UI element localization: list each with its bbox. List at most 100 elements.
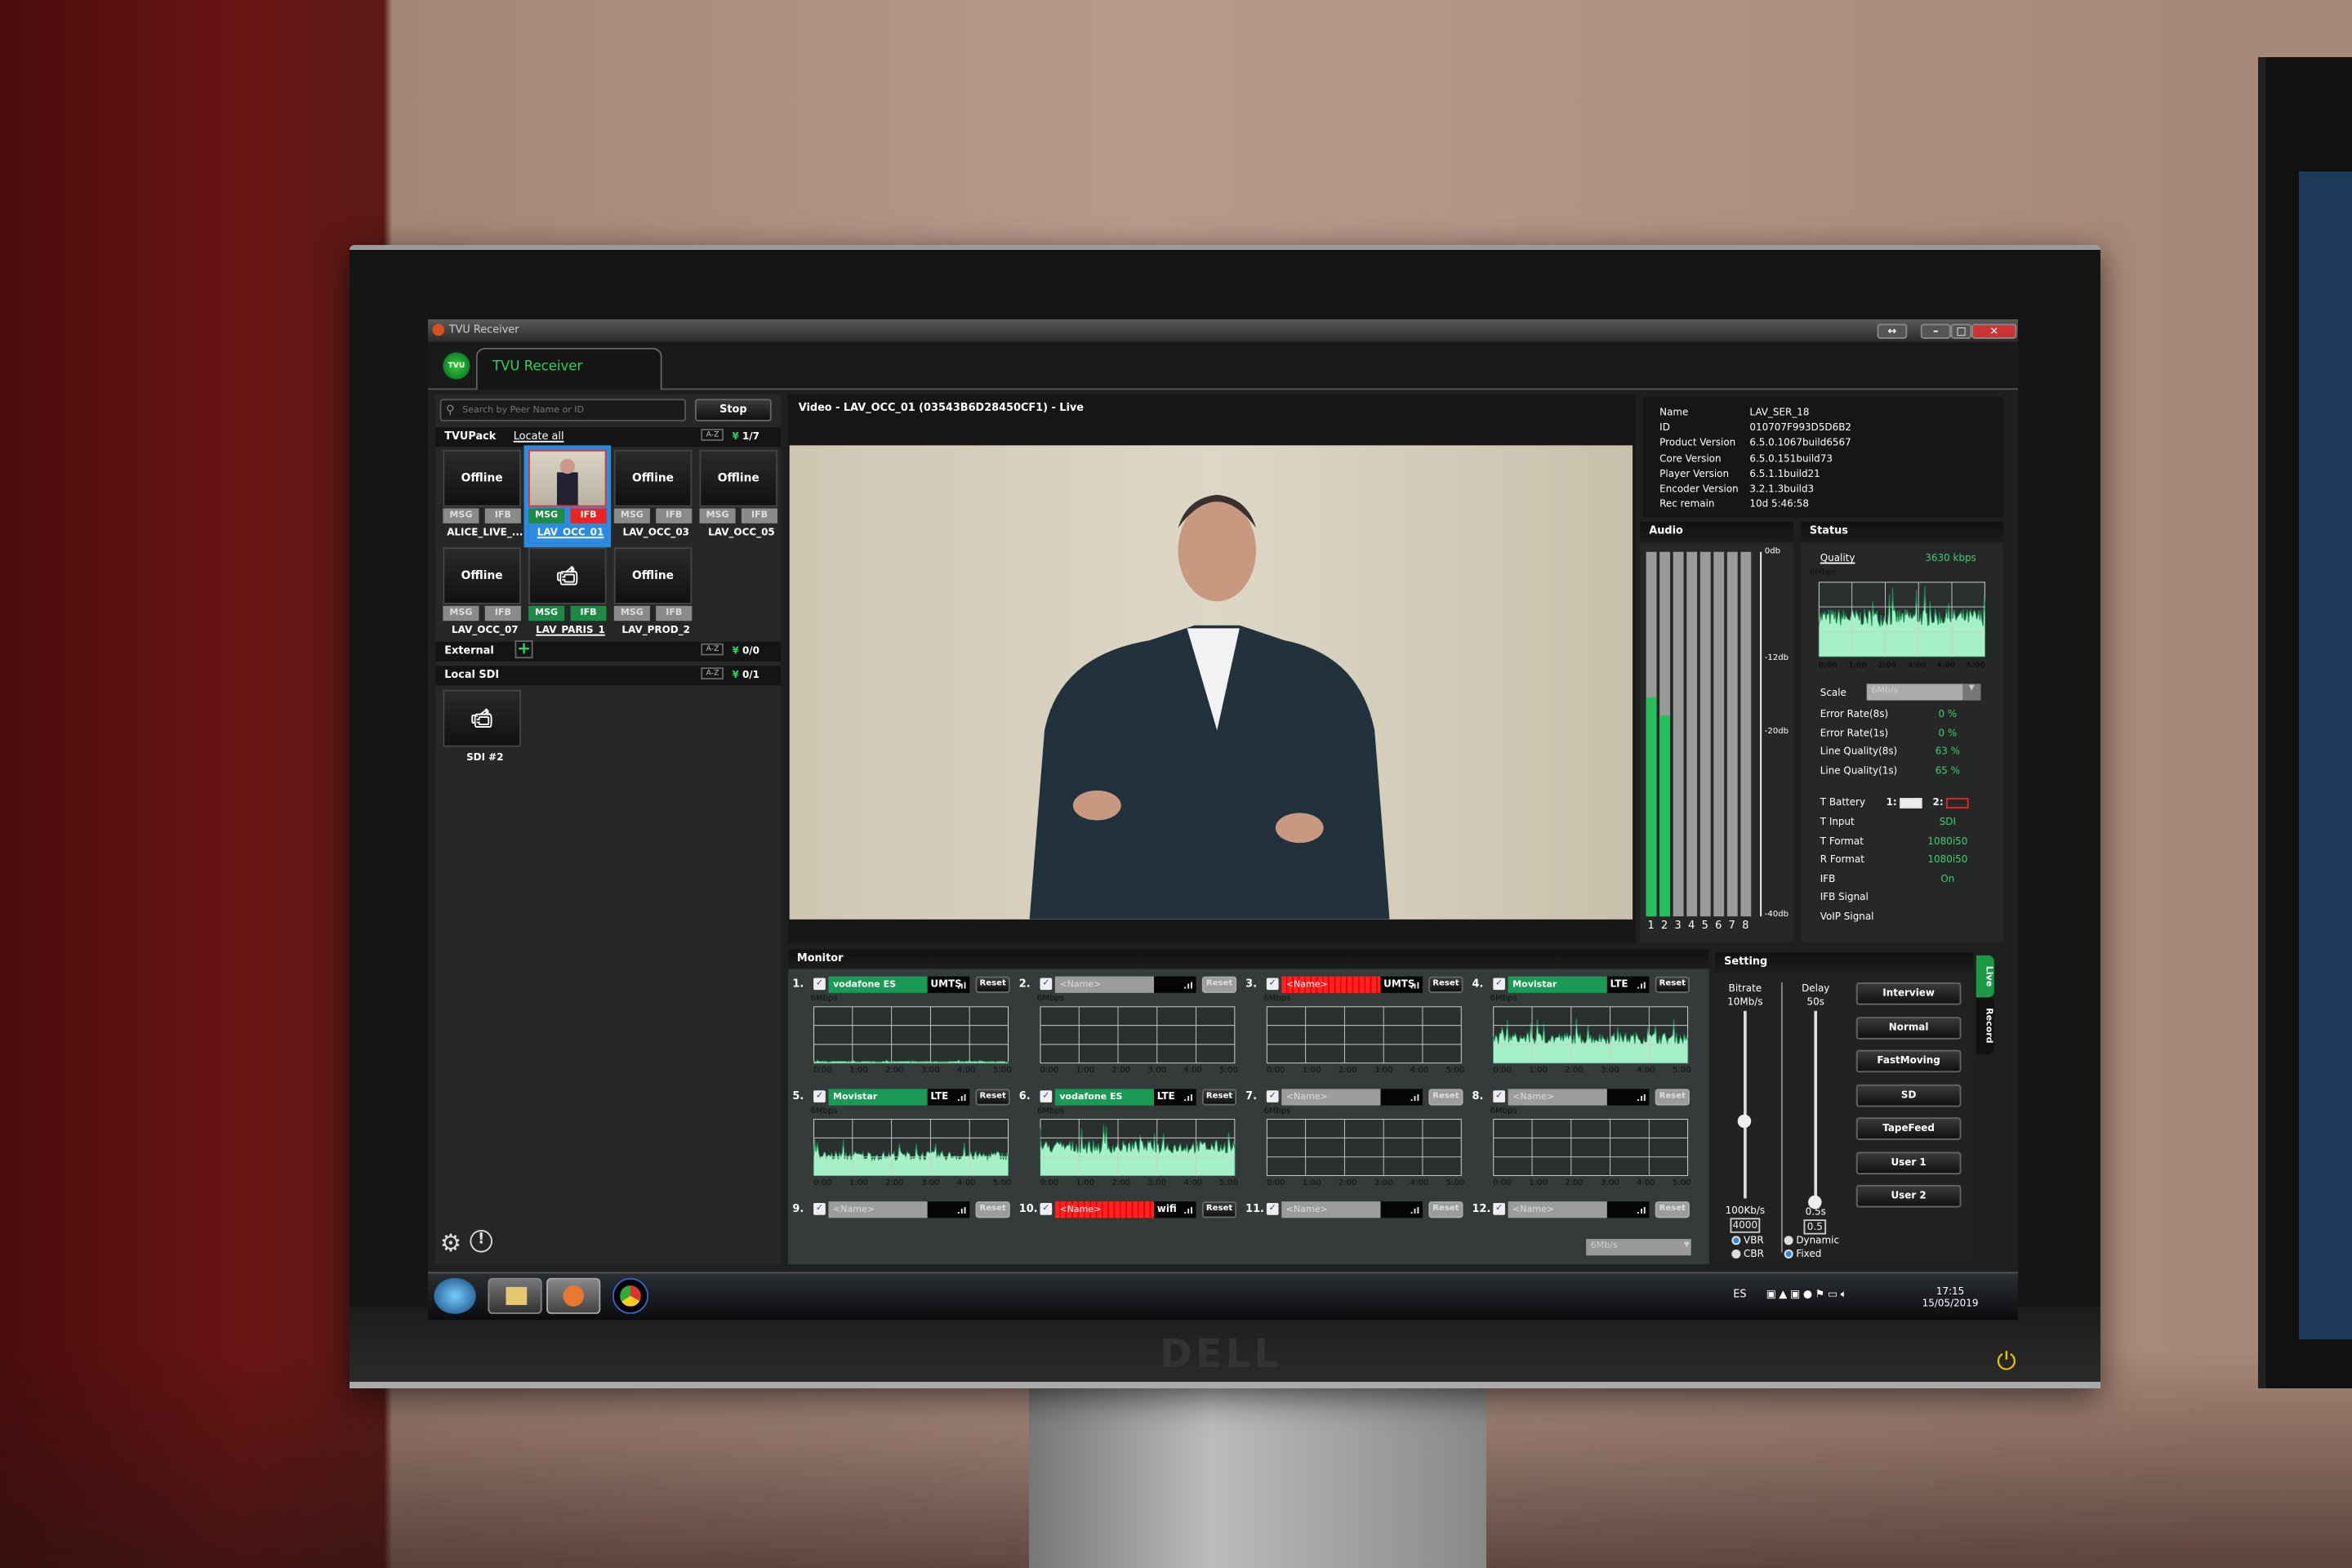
msg-button[interactable]: MSG bbox=[443, 605, 479, 621]
locate-all-link[interactable]: Locate all bbox=[514, 430, 564, 443]
reset-button[interactable]: Reset bbox=[1655, 976, 1690, 993]
reset-button[interactable]: Reset bbox=[975, 976, 1010, 993]
peer-tile[interactable]: 📹︎ MSG IFB LAV_PARIS_1 bbox=[528, 547, 607, 640]
quality-link[interactable]: Quality bbox=[1820, 552, 1855, 564]
modem-checkbox[interactable]: ✓ bbox=[1040, 978, 1053, 991]
reset-button[interactable]: Reset bbox=[1201, 976, 1237, 993]
modem-checkbox[interactable]: ✓ bbox=[1266, 1202, 1279, 1215]
reset-button[interactable]: Reset bbox=[975, 1089, 1010, 1106]
msg-button[interactable]: MSG bbox=[699, 508, 736, 523]
ifb-button[interactable]: IFB bbox=[656, 605, 693, 621]
ifb-button[interactable]: IFB bbox=[484, 605, 521, 621]
dynamic-radio[interactable]: Dynamic bbox=[1784, 1235, 1839, 1246]
search-input[interactable]: ⚲ Search by Peer Name or ID bbox=[439, 399, 686, 421]
modem-checkbox[interactable]: ✓ bbox=[1493, 1090, 1505, 1102]
preset-button[interactable]: User 2 bbox=[1855, 1184, 1962, 1208]
chrome-icon[interactable] bbox=[612, 1277, 649, 1314]
modem-checkbox[interactable]: ✓ bbox=[813, 978, 826, 991]
reset-button[interactable]: Reset bbox=[1428, 1201, 1463, 1218]
reset-button[interactable]: Reset bbox=[975, 1201, 1010, 1218]
peer-tile[interactable]: Offline MSG IFB LAV_OCC_03 bbox=[613, 449, 693, 543]
sort-az-button[interactable]: A-Z bbox=[702, 429, 724, 441]
delay-input[interactable]: 0.5 bbox=[1803, 1219, 1827, 1235]
minimize-button[interactable]: – bbox=[1920, 323, 1951, 339]
tray-icons[interactable]: ▣▲▣●⚑▭🔈︎ bbox=[1766, 1289, 1851, 1303]
bitrate-slider-handle[interactable] bbox=[1737, 1114, 1752, 1129]
expand-icon[interactable]: ¥ bbox=[733, 430, 739, 443]
sdi-tile[interactable]: 📹︎ SDI #2 bbox=[443, 689, 521, 783]
ifb-button[interactable]: IFB bbox=[570, 605, 607, 621]
tab-record[interactable]: Record bbox=[1976, 997, 1994, 1055]
taskbar-tvu-receiver[interactable] bbox=[546, 1277, 601, 1314]
sort-az-button[interactable]: A-Z bbox=[702, 643, 724, 656]
reset-button[interactable]: Reset bbox=[1428, 1089, 1463, 1106]
vbr-radio[interactable]: VBR bbox=[1731, 1235, 1764, 1246]
language-indicator[interactable]: ES bbox=[1733, 1289, 1746, 1301]
ifb-button[interactable]: IFB bbox=[484, 508, 521, 523]
video-player[interactable] bbox=[789, 445, 1633, 920]
msg-button[interactable]: MSG bbox=[613, 508, 650, 523]
restore-button[interactable]: ↔ bbox=[1877, 323, 1908, 339]
reset-button[interactable]: Reset bbox=[1428, 976, 1463, 993]
peer-tile[interactable]: Offline MSG IFB ALICE_LIVE_... bbox=[443, 449, 523, 543]
tab-tvu-receiver[interactable]: TVU Receiver bbox=[475, 347, 662, 390]
reset-button[interactable]: Reset bbox=[1201, 1201, 1237, 1218]
msg-button[interactable]: MSG bbox=[528, 605, 565, 621]
reset-button[interactable]: Reset bbox=[1655, 1201, 1690, 1218]
modem-checkbox[interactable]: ✓ bbox=[1040, 1202, 1053, 1215]
cbr-radio[interactable]: CBR bbox=[1731, 1248, 1764, 1260]
settings-gear-icon[interactable]: ⚙ bbox=[440, 1228, 461, 1257]
modem-checkbox[interactable]: ✓ bbox=[1266, 978, 1279, 991]
taskbar-explorer[interactable] bbox=[488, 1277, 542, 1314]
reset-button[interactable]: Reset bbox=[1201, 1089, 1237, 1106]
bitrate-input[interactable]: 4000 bbox=[1730, 1218, 1761, 1233]
preset-button[interactable]: Interview bbox=[1855, 982, 1962, 1005]
peer-name[interactable]: LAV_OCC_01 bbox=[528, 527, 612, 539]
signal-bars-icon: .ıl bbox=[1183, 1205, 1193, 1217]
modem-checkbox[interactable]: ✓ bbox=[813, 1202, 826, 1215]
sort-az-button[interactable]: A-Z bbox=[702, 667, 724, 679]
modem-checkbox[interactable]: ✓ bbox=[1266, 1090, 1279, 1102]
time-tick: 0:00 bbox=[1493, 1178, 1512, 1188]
preset-button[interactable]: User 1 bbox=[1855, 1151, 1962, 1174]
preset-button[interactable]: FastMoving bbox=[1855, 1049, 1962, 1073]
modem-checkbox[interactable]: ✓ bbox=[813, 1090, 826, 1102]
status-panel: Status Quality 3630 kbps 6Mbps 0:00 1:00 2… bbox=[1800, 521, 2003, 942]
preset-button[interactable]: Normal bbox=[1855, 1016, 1962, 1039]
fixed-radio[interactable]: Fixed bbox=[1784, 1248, 1821, 1260]
modem-checkbox[interactable]: ✓ bbox=[1493, 1202, 1505, 1215]
start-button[interactable] bbox=[434, 1277, 476, 1314]
peer-tile[interactable]: Offline MSG IFB LAV_OCC_05 bbox=[699, 449, 778, 543]
monitor-scale-dropdown[interactable]: 6Mb/s ▼ bbox=[1586, 1239, 1691, 1256]
ifb-button[interactable]: IFB bbox=[656, 508, 693, 523]
ifb-button[interactable]: IFB bbox=[570, 508, 607, 523]
reset-button[interactable]: Reset bbox=[1655, 1089, 1690, 1106]
alert-icon[interactable]: ! bbox=[470, 1230, 492, 1253]
msg-button[interactable]: MSG bbox=[528, 508, 565, 523]
tab-live[interactable]: Live bbox=[1976, 955, 1994, 998]
maximize-button[interactable]: □ bbox=[1950, 323, 1972, 339]
ifb-button[interactable]: IFB bbox=[741, 508, 778, 523]
channel-number: 3 bbox=[1674, 919, 1682, 932]
peer-tile[interactable]: Offline MSG IFB LAV_OCC_07 bbox=[443, 547, 521, 640]
bitrate-slider[interactable] bbox=[1744, 1010, 1747, 1199]
msg-button[interactable]: MSG bbox=[443, 508, 479, 523]
bitrate-max: 10Mb/s bbox=[1727, 996, 1763, 1009]
msg-button[interactable]: MSG bbox=[613, 605, 650, 621]
add-external-button[interactable]: + bbox=[514, 640, 533, 659]
modem-checkbox[interactable]: ✓ bbox=[1493, 978, 1505, 991]
peer-name[interactable]: LAV_PARIS_1 bbox=[528, 624, 612, 636]
preset-button[interactable]: SD bbox=[1855, 1083, 1962, 1107]
preset-button[interactable]: TapeFeed bbox=[1855, 1117, 1962, 1140]
peer-tile[interactable]: Offline MSG IFB LAV_PROD_2 bbox=[613, 547, 693, 640]
delay-min: 0.5s bbox=[1805, 1205, 1826, 1218]
peer-tile[interactable]: MSG IFB LAV_OCC_01 bbox=[523, 445, 612, 548]
clock[interactable]: 17:15 15/05/2019 bbox=[1922, 1285, 1979, 1309]
audio-meter bbox=[1699, 551, 1711, 917]
modem-checkbox[interactable]: ✓ bbox=[1040, 1090, 1053, 1102]
scale-dropdown[interactable]: 6Mb/s ▼ bbox=[1866, 684, 1981, 701]
stop-button[interactable]: Stop bbox=[694, 399, 772, 421]
delay-slider[interactable] bbox=[1814, 1010, 1818, 1199]
close-button[interactable]: ✕ bbox=[1971, 323, 2017, 339]
power-icon[interactable]: ⏻ bbox=[1997, 1348, 2016, 1376]
